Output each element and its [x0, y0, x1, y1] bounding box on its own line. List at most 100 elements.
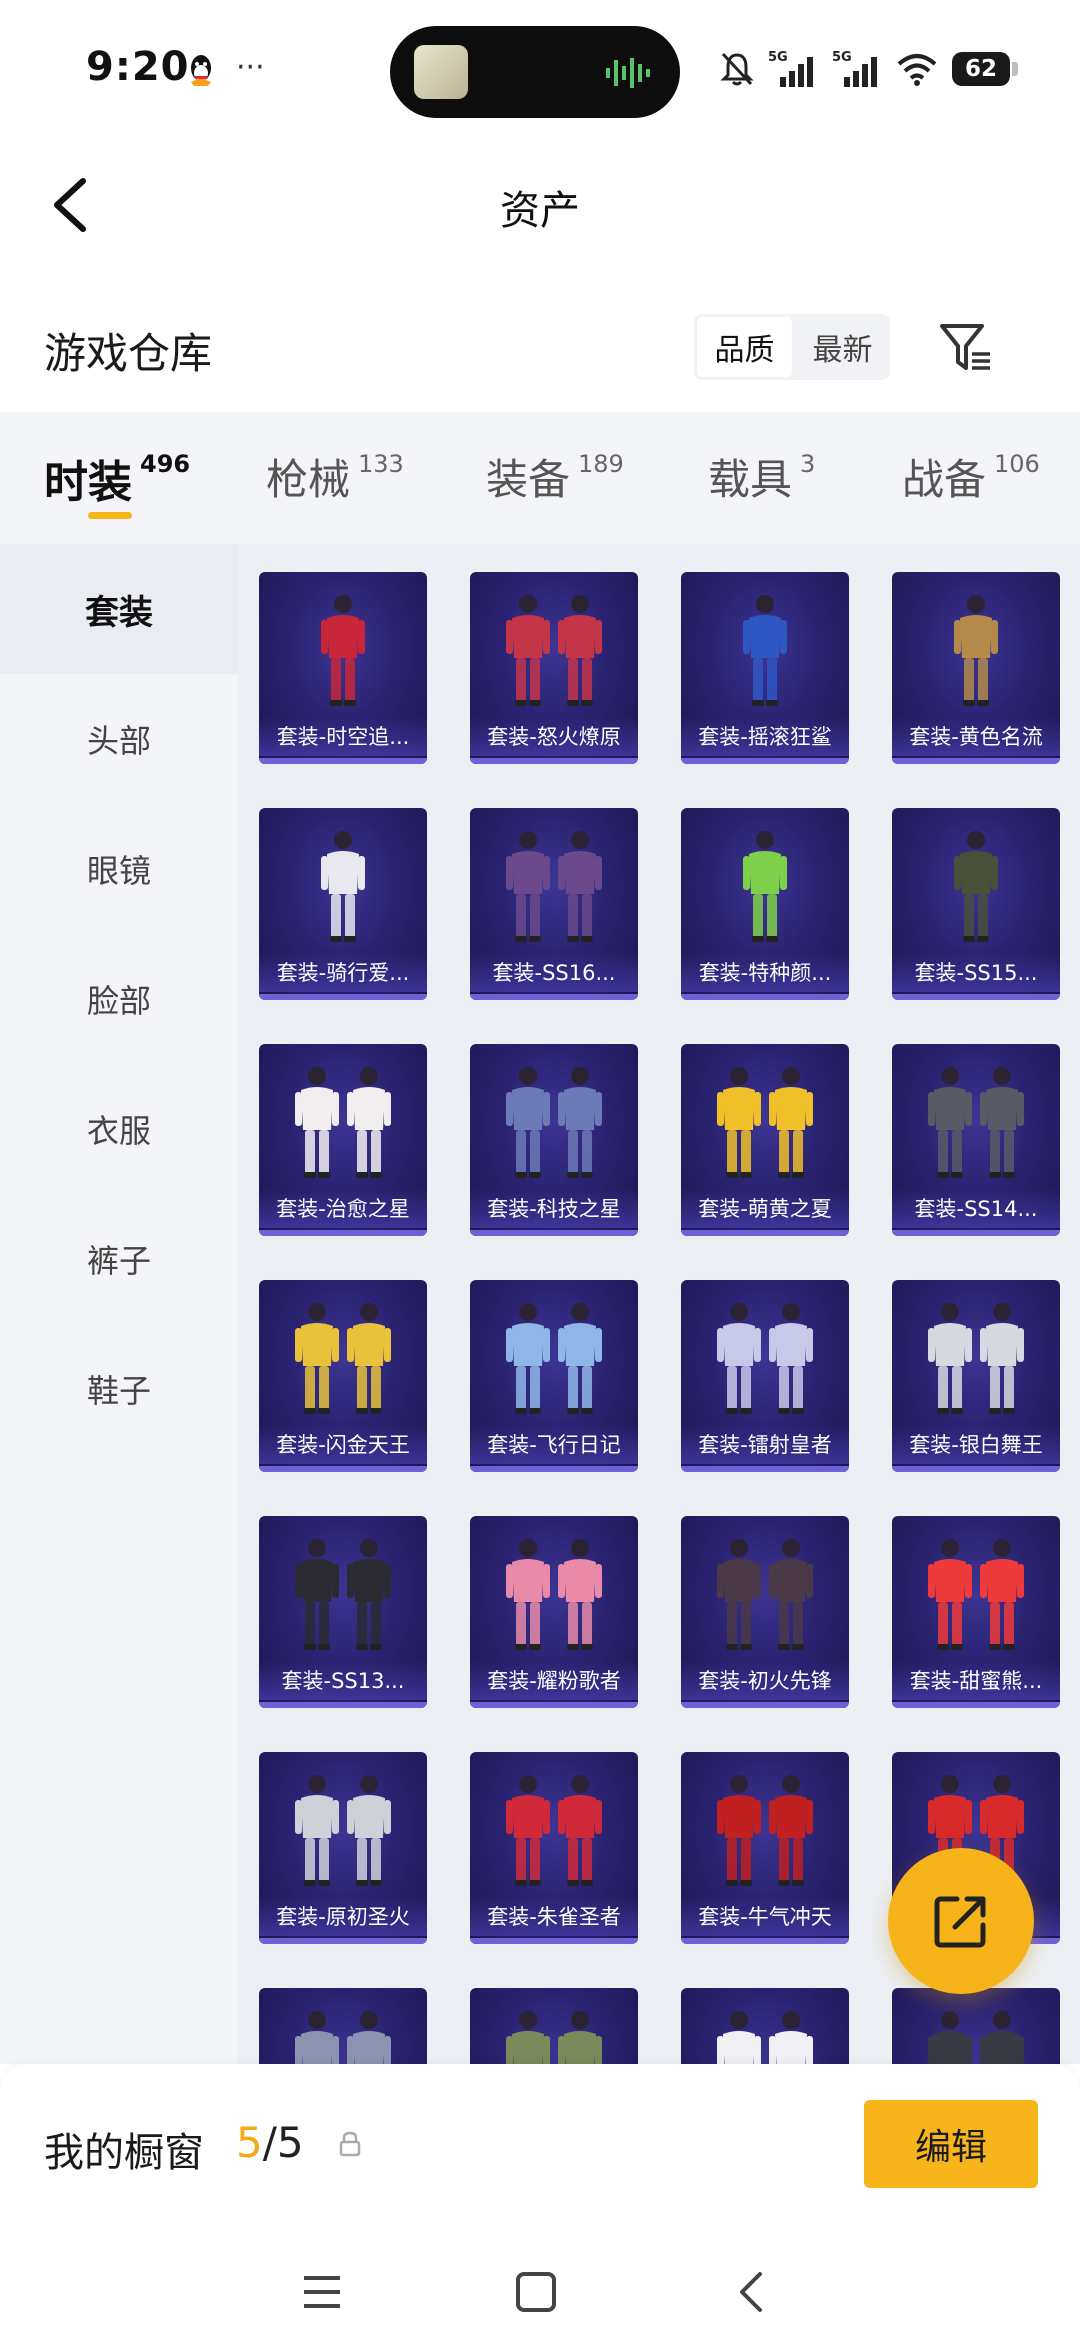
- outfit-figure-image: [928, 1539, 1024, 1650]
- status-icons: 5G 5G 62: [720, 46, 1018, 92]
- sort-toggle: 品质 最新: [694, 314, 890, 380]
- outfit-card[interactable]: 套装-骑行爱...: [259, 808, 427, 1000]
- outfit-card[interactable]: [892, 1988, 1060, 2064]
- sidebar-item-glasses[interactable]: 眼镜: [0, 804, 238, 934]
- mute-bell-icon: [720, 52, 754, 86]
- outfit-figure-image: [717, 1067, 813, 1178]
- outfit-card[interactable]: 套装-牛气冲天: [681, 1752, 849, 1944]
- outfit-figure-image: [717, 2011, 813, 2064]
- nav-back-icon: [740, 2272, 762, 2312]
- outfit-card[interactable]: 套装-时空追...: [259, 572, 427, 764]
- item-grid-area: 套装-时空追... 套装-怒火燎原 套装-摇滚狂鲨 套装-黄色名流套装-骑行爱... 套…: [238, 544, 1080, 2064]
- signal-5g-icon: 5G: [768, 50, 813, 87]
- sidebar-item-face[interactable]: 脸部: [0, 934, 238, 1064]
- showcase-current: 5: [236, 2118, 263, 2167]
- outfit-name: 套装-治愈之星: [259, 1188, 427, 1228]
- outfit-figure-image: [506, 595, 602, 706]
- outfit-figure-image: [295, 1303, 391, 1414]
- outfit-card[interactable]: 套装-初火先锋: [681, 1516, 849, 1708]
- outfit-figure-image: [717, 1303, 813, 1414]
- outfit-name: 套装-原初圣火: [259, 1896, 427, 1936]
- sort-by-newest[interactable]: 最新: [795, 314, 890, 380]
- outfit-figure-image: [506, 2011, 602, 2064]
- outfit-card[interactable]: 套装-银白舞王: [892, 1280, 1060, 1472]
- outfit-name: 套装-初火先锋: [681, 1660, 849, 1700]
- nav-home-button[interactable]: [506, 2262, 566, 2322]
- sort-by-quality[interactable]: 品质: [694, 314, 795, 380]
- outfit-card[interactable]: 套装-飞行日记: [470, 1280, 638, 1472]
- nav-menu-button[interactable]: [292, 2262, 352, 2322]
- album-art: [414, 45, 468, 99]
- nav-back-button[interactable]: [722, 2262, 782, 2322]
- tab-count: 106: [994, 450, 1040, 478]
- outfit-card[interactable]: 套装-原初圣火: [259, 1752, 427, 1944]
- outfit-card[interactable]: 套装-治愈之星: [259, 1044, 427, 1236]
- outfit-card[interactable]: 套装-SS13...: [259, 1516, 427, 1708]
- outfit-figure-image: [506, 1067, 602, 1178]
- outfit-figure-image: [295, 1067, 391, 1178]
- app-header: 资产: [0, 140, 1080, 270]
- outfit-card[interactable]: 套装-黄色名流: [892, 572, 1060, 764]
- tab-firearms[interactable]: 枪械 133: [266, 446, 404, 507]
- tab-label: 枪械: [266, 455, 351, 504]
- active-tab-indicator: [88, 512, 132, 519]
- tab-battle-gear[interactable]: 战备 106: [902, 446, 1040, 507]
- home-square-icon: [516, 2272, 556, 2312]
- outfit-name: 套装-飞行日记: [470, 1424, 638, 1464]
- sidebar-item-head[interactable]: 头部: [0, 674, 238, 804]
- outfit-figure-image: [928, 1303, 1024, 1414]
- edit-button[interactable]: 编辑: [864, 2100, 1038, 2188]
- tab-fashion[interactable]: 时装 496: [44, 446, 190, 510]
- outfit-card[interactable]: 套装-特种颜...: [681, 808, 849, 1000]
- outfit-card[interactable]: 套装-SS15...: [892, 808, 1060, 1000]
- outfit-name: 套装-朱雀圣者: [470, 1896, 638, 1936]
- outfit-card[interactable]: [259, 1988, 427, 2064]
- outfit-name: 套装-SS13...: [259, 1660, 427, 1700]
- outfit-card[interactable]: 套装-朱雀圣者: [470, 1752, 638, 1944]
- outfit-card[interactable]: 套装-闪金天王: [259, 1280, 427, 1472]
- outfit-card[interactable]: [470, 1988, 638, 2064]
- tab-label: 载具: [708, 455, 793, 504]
- tab-count: 496: [140, 450, 191, 478]
- outfit-card[interactable]: 套装-SS16...: [470, 808, 638, 1000]
- outfit-card[interactable]: 套装-镭射皇者: [681, 1280, 849, 1472]
- sidebar-item-outfit[interactable]: 套装: [0, 544, 238, 674]
- outfit-figure-image: [506, 831, 602, 942]
- filter-button[interactable]: [934, 316, 998, 380]
- outfit-name: 套装-骑行爱...: [259, 952, 427, 992]
- filter-icon: [940, 324, 990, 370]
- outfit-card[interactable]: [681, 1988, 849, 2064]
- section-title: 游戏仓库: [44, 329, 213, 378]
- outfit-figure-image: [928, 1067, 1024, 1178]
- showcase-bar: 我的橱窗 5/5 编辑: [0, 2064, 1080, 2234]
- svg-text:5G: 5G: [832, 50, 852, 65]
- sidebar-item-clothes[interactable]: 衣服: [0, 1064, 238, 1194]
- tab-equipment[interactable]: 装备 189: [486, 446, 624, 507]
- outfit-card[interactable]: 套装-SS14...: [892, 1044, 1060, 1236]
- showcase-total: /5: [262, 2118, 304, 2167]
- sidebar-item-shoes[interactable]: 鞋子: [0, 1324, 238, 1454]
- dynamic-island[interactable]: [390, 26, 680, 118]
- outfit-card[interactable]: 套装-摇滚狂鲨: [681, 572, 849, 764]
- outfit-card[interactable]: 套装-萌黄之夏: [681, 1044, 849, 1236]
- signal-5g-icon-2: 5G: [832, 50, 877, 87]
- outfit-name: 套装-牛气冲天: [681, 1896, 849, 1936]
- tab-vehicles[interactable]: 载具 3: [708, 446, 815, 507]
- outfit-card[interactable]: 套装-科技之星: [470, 1044, 638, 1236]
- outfit-name: 套装-科技之星: [470, 1188, 638, 1228]
- more-notifications-icon: ···: [236, 50, 265, 85]
- tab-count: 189: [578, 450, 624, 478]
- outfit-figure-image: [928, 2011, 1024, 2064]
- qq-icon: [191, 55, 211, 86]
- sidebar-item-pants[interactable]: 裤子: [0, 1194, 238, 1324]
- outfit-figure-image: [743, 595, 787, 706]
- outfit-card[interactable]: 套装-甜蜜熊...: [892, 1516, 1060, 1708]
- menu-icon: [304, 2276, 340, 2308]
- share-external-icon: [934, 1896, 986, 1948]
- outfit-card[interactable]: 套装-怒火燎原: [470, 572, 638, 764]
- outfit-name: 套装-镭射皇者: [681, 1424, 849, 1464]
- outfit-card[interactable]: 套装-耀粉歌者: [470, 1516, 638, 1708]
- share-fab-button[interactable]: [888, 1848, 1034, 1994]
- battery-icon: 62: [952, 52, 1018, 86]
- outfit-figure-image: [717, 1775, 813, 1886]
